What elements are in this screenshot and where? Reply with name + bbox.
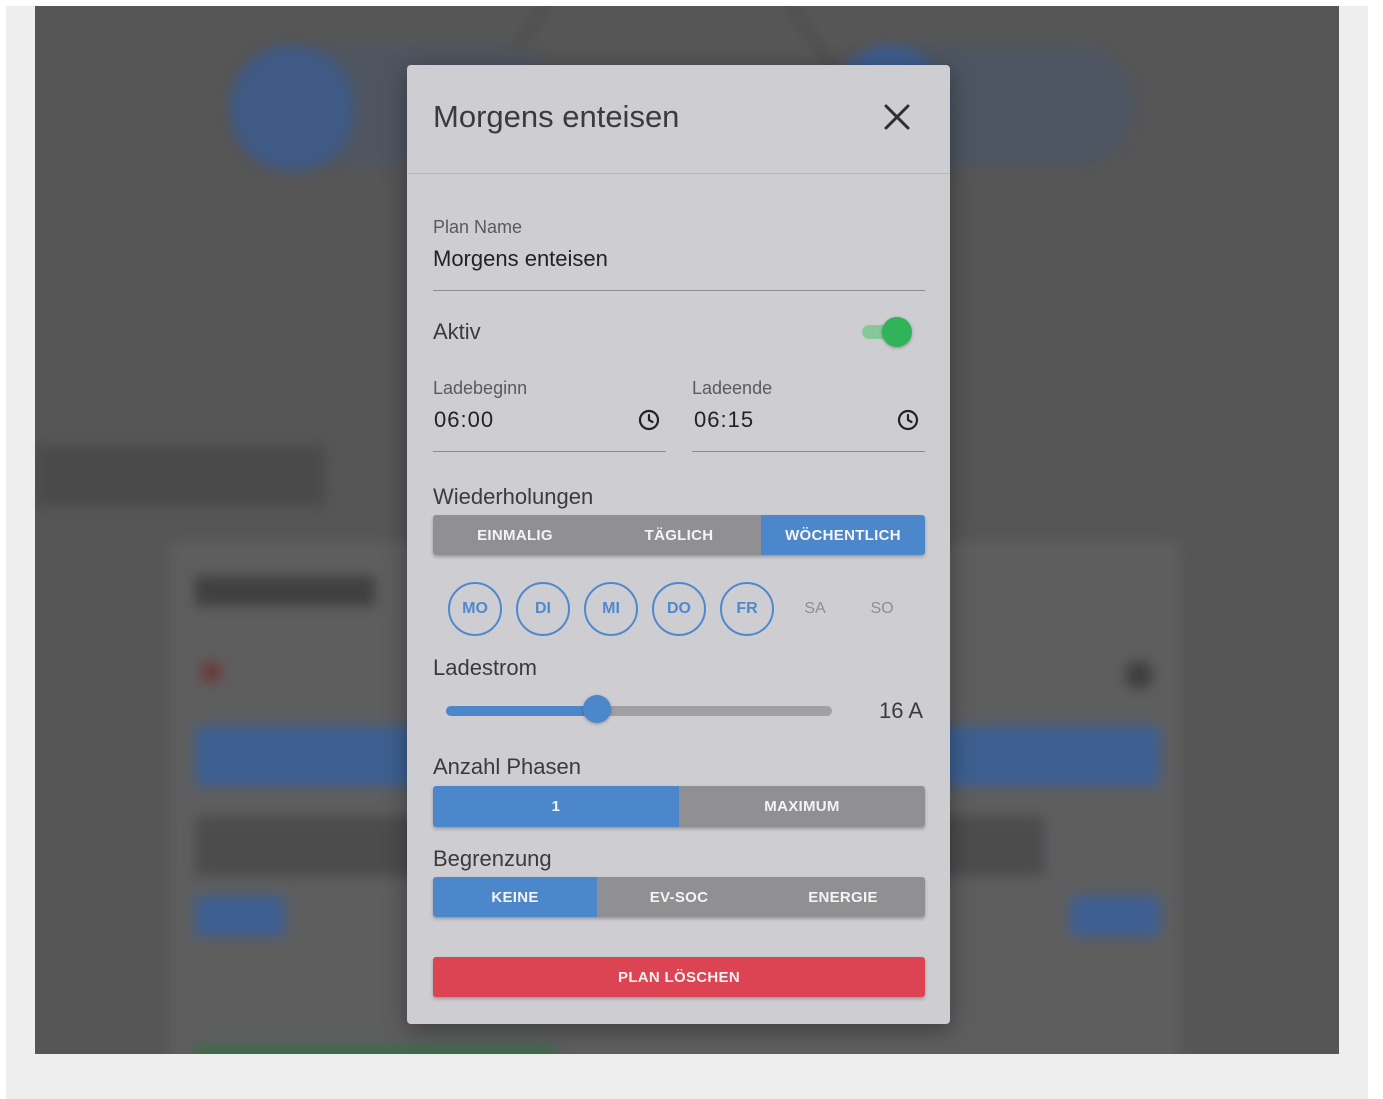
current-slider-fill: [446, 706, 597, 716]
active-toggle[interactable]: [862, 315, 912, 347]
plan-name-underline: [433, 290, 925, 291]
limit-energy-button[interactable]: ENERGIE: [761, 877, 925, 917]
start-underline: [433, 451, 666, 452]
background-dot: [200, 661, 222, 683]
delete-plan-button[interactable]: PLAN LÖSCHEN: [433, 957, 925, 997]
repeat-weekly-button[interactable]: WÖCHENTLICH: [761, 515, 925, 555]
close-icon: [884, 104, 910, 130]
day-di-button[interactable]: DI: [516, 582, 570, 636]
day-do-button[interactable]: DO: [652, 582, 706, 636]
day-sa-button[interactable]: SA: [788, 582, 842, 636]
toggle-thumb: [882, 317, 912, 347]
repeat-label: Wiederholungen: [433, 484, 594, 509]
limit-ev-soc-button[interactable]: EV-SOC: [597, 877, 761, 917]
background-bar: [195, 1046, 555, 1054]
plan-dialog: Morgens enteisen Plan Name Morgens entei…: [407, 65, 950, 1024]
dialog-title: Morgens enteisen: [433, 99, 680, 134]
plan-name-label: Plan Name: [433, 217, 523, 237]
end-underline: [692, 451, 925, 452]
current-label: Ladestrom: [433, 655, 537, 680]
start-label: Ladebeginn: [433, 378, 528, 398]
active-label: Aktiv: [433, 319, 481, 344]
repeat-daily-button[interactable]: TÄGLICH: [597, 515, 761, 555]
clock-icon[interactable]: [896, 408, 920, 432]
phases-selector: 1 MAXIMUM: [433, 786, 925, 827]
phases-label: Anzahl Phasen: [433, 754, 581, 779]
current-slider-thumb[interactable]: [582, 695, 611, 723]
end-time-input[interactable]: 06:15: [694, 407, 754, 433]
repeat-once-button[interactable]: EINMALIG: [433, 515, 597, 555]
background-button: [195, 896, 285, 936]
limit-selector: KEINE EV-SOC ENERGIE: [433, 877, 925, 917]
current-slider-track[interactable]: [446, 706, 832, 716]
plan-name-input[interactable]: Morgens enteisen: [433, 246, 608, 272]
day-mo-button[interactable]: MO: [448, 582, 502, 636]
day-mi-button[interactable]: MI: [584, 582, 638, 636]
phases-one-button[interactable]: 1: [433, 786, 679, 827]
day-so-button[interactable]: SO: [855, 582, 909, 636]
limit-none-button[interactable]: KEINE: [433, 877, 597, 917]
phases-max-button[interactable]: MAXIMUM: [679, 786, 925, 827]
clock-icon[interactable]: [637, 408, 661, 432]
end-label: Ladeende: [692, 378, 773, 398]
day-fr-button[interactable]: FR: [720, 582, 774, 636]
background-bar: [35, 446, 325, 506]
repeat-selector: EINMALIG TÄGLICH WÖCHENTLICH: [433, 515, 925, 555]
background-dot: [1125, 661, 1153, 689]
close-button[interactable]: [877, 97, 917, 137]
background-icon: [230, 46, 355, 171]
dialog-header: Morgens enteisen: [407, 65, 950, 174]
background-title: [195, 576, 375, 606]
start-time-input[interactable]: 06:00: [434, 407, 494, 433]
current-value: 16 A: [879, 698, 924, 723]
limit-label: Begrenzung: [433, 846, 552, 871]
background-button: [1070, 896, 1160, 936]
